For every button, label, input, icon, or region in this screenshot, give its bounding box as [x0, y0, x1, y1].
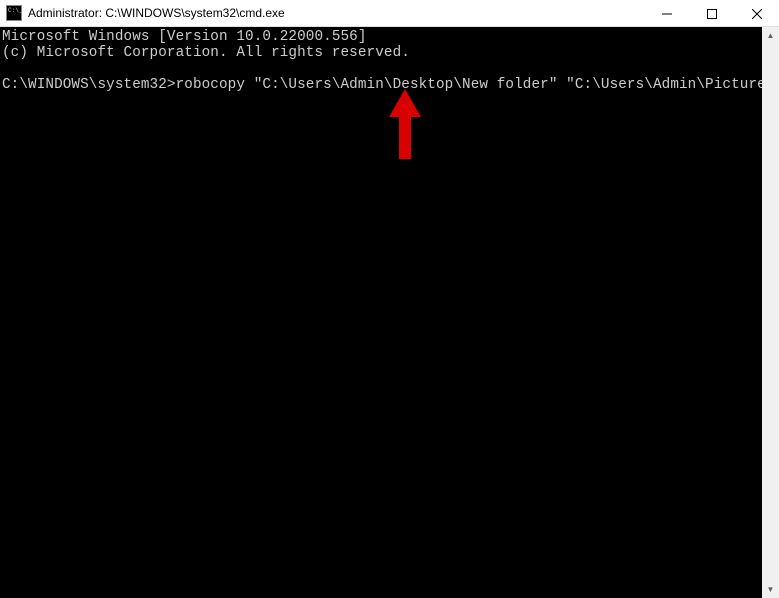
cmd-icon: [6, 5, 22, 21]
red-arrow-annotation-icon: [385, 89, 425, 169]
scroll-down-arrow-icon[interactable]: ▼: [762, 581, 779, 598]
terminal-output: Microsoft Windows [Version 10.0.22000.55…: [0, 27, 779, 93]
vertical-scrollbar[interactable]: ▲ ▼: [762, 27, 779, 598]
terminal-area[interactable]: Microsoft Windows [Version 10.0.22000.55…: [0, 27, 779, 598]
version-line: Microsoft Windows [Version 10.0.22000.55…: [2, 29, 367, 45]
maximize-button[interactable]: [689, 0, 734, 27]
command-input[interactable]: robocopy "C:\Users\Admin\Desktop\New fol…: [176, 77, 779, 93]
window-controls: [644, 0, 779, 26]
prompt: C:\WINDOWS\system32>: [2, 77, 176, 93]
window-title: Administrator: C:\WINDOWS\system32\cmd.e…: [28, 6, 644, 20]
scroll-track[interactable]: [762, 44, 779, 581]
minimize-button[interactable]: [644, 0, 689, 27]
scroll-up-arrow-icon[interactable]: ▲: [762, 27, 779, 44]
window-titlebar: Administrator: C:\WINDOWS\system32\cmd.e…: [0, 0, 779, 27]
copyright-line: (c) Microsoft Corporation. All rights re…: [2, 45, 410, 61]
close-button[interactable]: [734, 0, 779, 27]
